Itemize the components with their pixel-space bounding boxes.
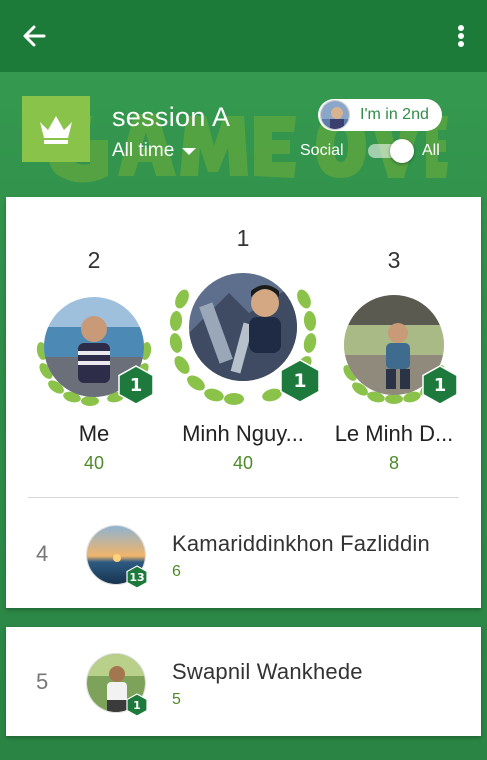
toggle-knob [390,139,414,163]
level-number: 13 [129,570,145,584]
row-rank: 5 [36,669,49,694]
more-vertical-icon [458,25,464,47]
podium-score: 40 [232,453,254,473]
toggle-social-label: Social [300,142,344,159]
level-badge: 1 [118,365,154,405]
chevron-down-icon [182,147,197,155]
row-score: 5 [172,691,181,708]
my-rank-text: I'm in 2nd [360,106,429,123]
podium-name: Le Minh D... [334,421,454,446]
level-number: 1 [129,374,143,396]
level-badge: 13 [126,565,148,589]
divider [28,497,459,498]
level-badge: 1 [422,365,458,405]
leaderboard-row[interactable]: 5 1 Swapnil Wankhede 5 [6,641,481,721]
level-badge: 1 [126,693,148,717]
podium-rank: 3 [387,247,401,273]
app-bar [0,0,487,72]
podium-score: 40 [83,453,105,473]
time-filter-label: All time [112,140,175,161]
podium-rank: 1 [236,225,250,251]
session-header: session A All time I'm in 2nd Social All [22,92,472,172]
my-rank-pill[interactable]: I'm in 2nd [318,99,442,131]
social-all-toggle[interactable] [368,139,414,163]
level-number: 1 [433,374,447,396]
row-score: 6 [172,563,181,580]
crown-icon [40,116,72,144]
row-name: Kamariddinkhon Fazliddin [172,531,430,556]
podium-score: 8 [388,453,399,473]
toggle-all-label: All [422,142,440,159]
level-number: 1 [133,698,141,712]
session-title: session A [112,102,231,132]
session-icon-tile [22,96,90,162]
podium-player-first[interactable]: 1 1 Minh Nguy... 40 [168,197,320,487]
podium-player-third[interactable]: 3 1 Le Minh D... 8 [328,197,460,487]
podium-name: Me [78,421,110,446]
my-avatar [320,100,350,130]
level-badge: 1 [280,359,320,403]
time-filter-dropdown[interactable]: All time [112,140,197,162]
arrow-left-icon [23,25,46,47]
podium-player-second[interactable]: 2 1 Me 40 [28,197,160,487]
row-rank: 4 [36,541,49,566]
leaderboard-card: 2 1 Me 40 1 1 Minh Nguy... 40 3 1 Le Min… [6,197,481,608]
back-button[interactable] [16,18,52,54]
row-name: Swapnil Wankhede [172,659,363,684]
overflow-menu-button[interactable] [449,18,473,54]
leaderboard-row-card: 5 1 Swapnil Wankhede 5 [6,627,481,736]
podium-name: Minh Nguy... [182,421,304,446]
level-number: 1 [293,370,307,392]
podium-rank: 2 [87,247,101,273]
leaderboard-row[interactable]: 4 13 Kamariddinkhon Fazliddin 6 [6,513,481,593]
